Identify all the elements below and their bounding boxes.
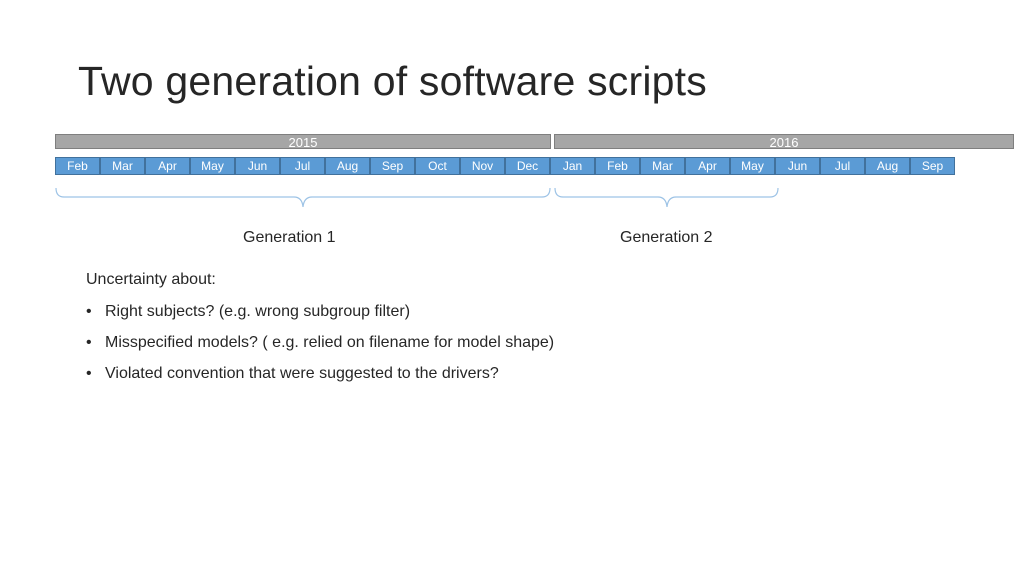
generation-1-brace [55, 187, 551, 208]
slide: Two generation of software scripts 2015 … [0, 0, 1024, 576]
notes-list: • Right subjects? (e.g. wrong subgroup f… [86, 302, 566, 384]
generation-2-brace [554, 187, 779, 208]
generation-2-label: Generation 2 [620, 229, 713, 246]
uncertainty-notes: Uncertainty about: • Right subjects? (e.… [86, 270, 566, 395]
bullet-icon: • [86, 303, 92, 320]
list-item: • Misspecified models? ( e.g. relied on … [86, 333, 566, 353]
list-item: • Violated convention that were suggeste… [86, 364, 566, 384]
list-item-text: Right subjects? (e.g. wrong subgroup fil… [105, 303, 411, 320]
bullet-icon: • [86, 334, 92, 351]
generation-1-label: Generation 1 [243, 229, 336, 246]
list-item-text: Violated convention that were suggested … [105, 365, 499, 382]
bullet-icon: • [86, 365, 92, 382]
list-item-text: Misspecified models? ( e.g. relied on fi… [105, 334, 555, 351]
list-item: • Right subjects? (e.g. wrong subgroup f… [86, 302, 566, 322]
notes-heading: Uncertainty about: [86, 271, 216, 288]
